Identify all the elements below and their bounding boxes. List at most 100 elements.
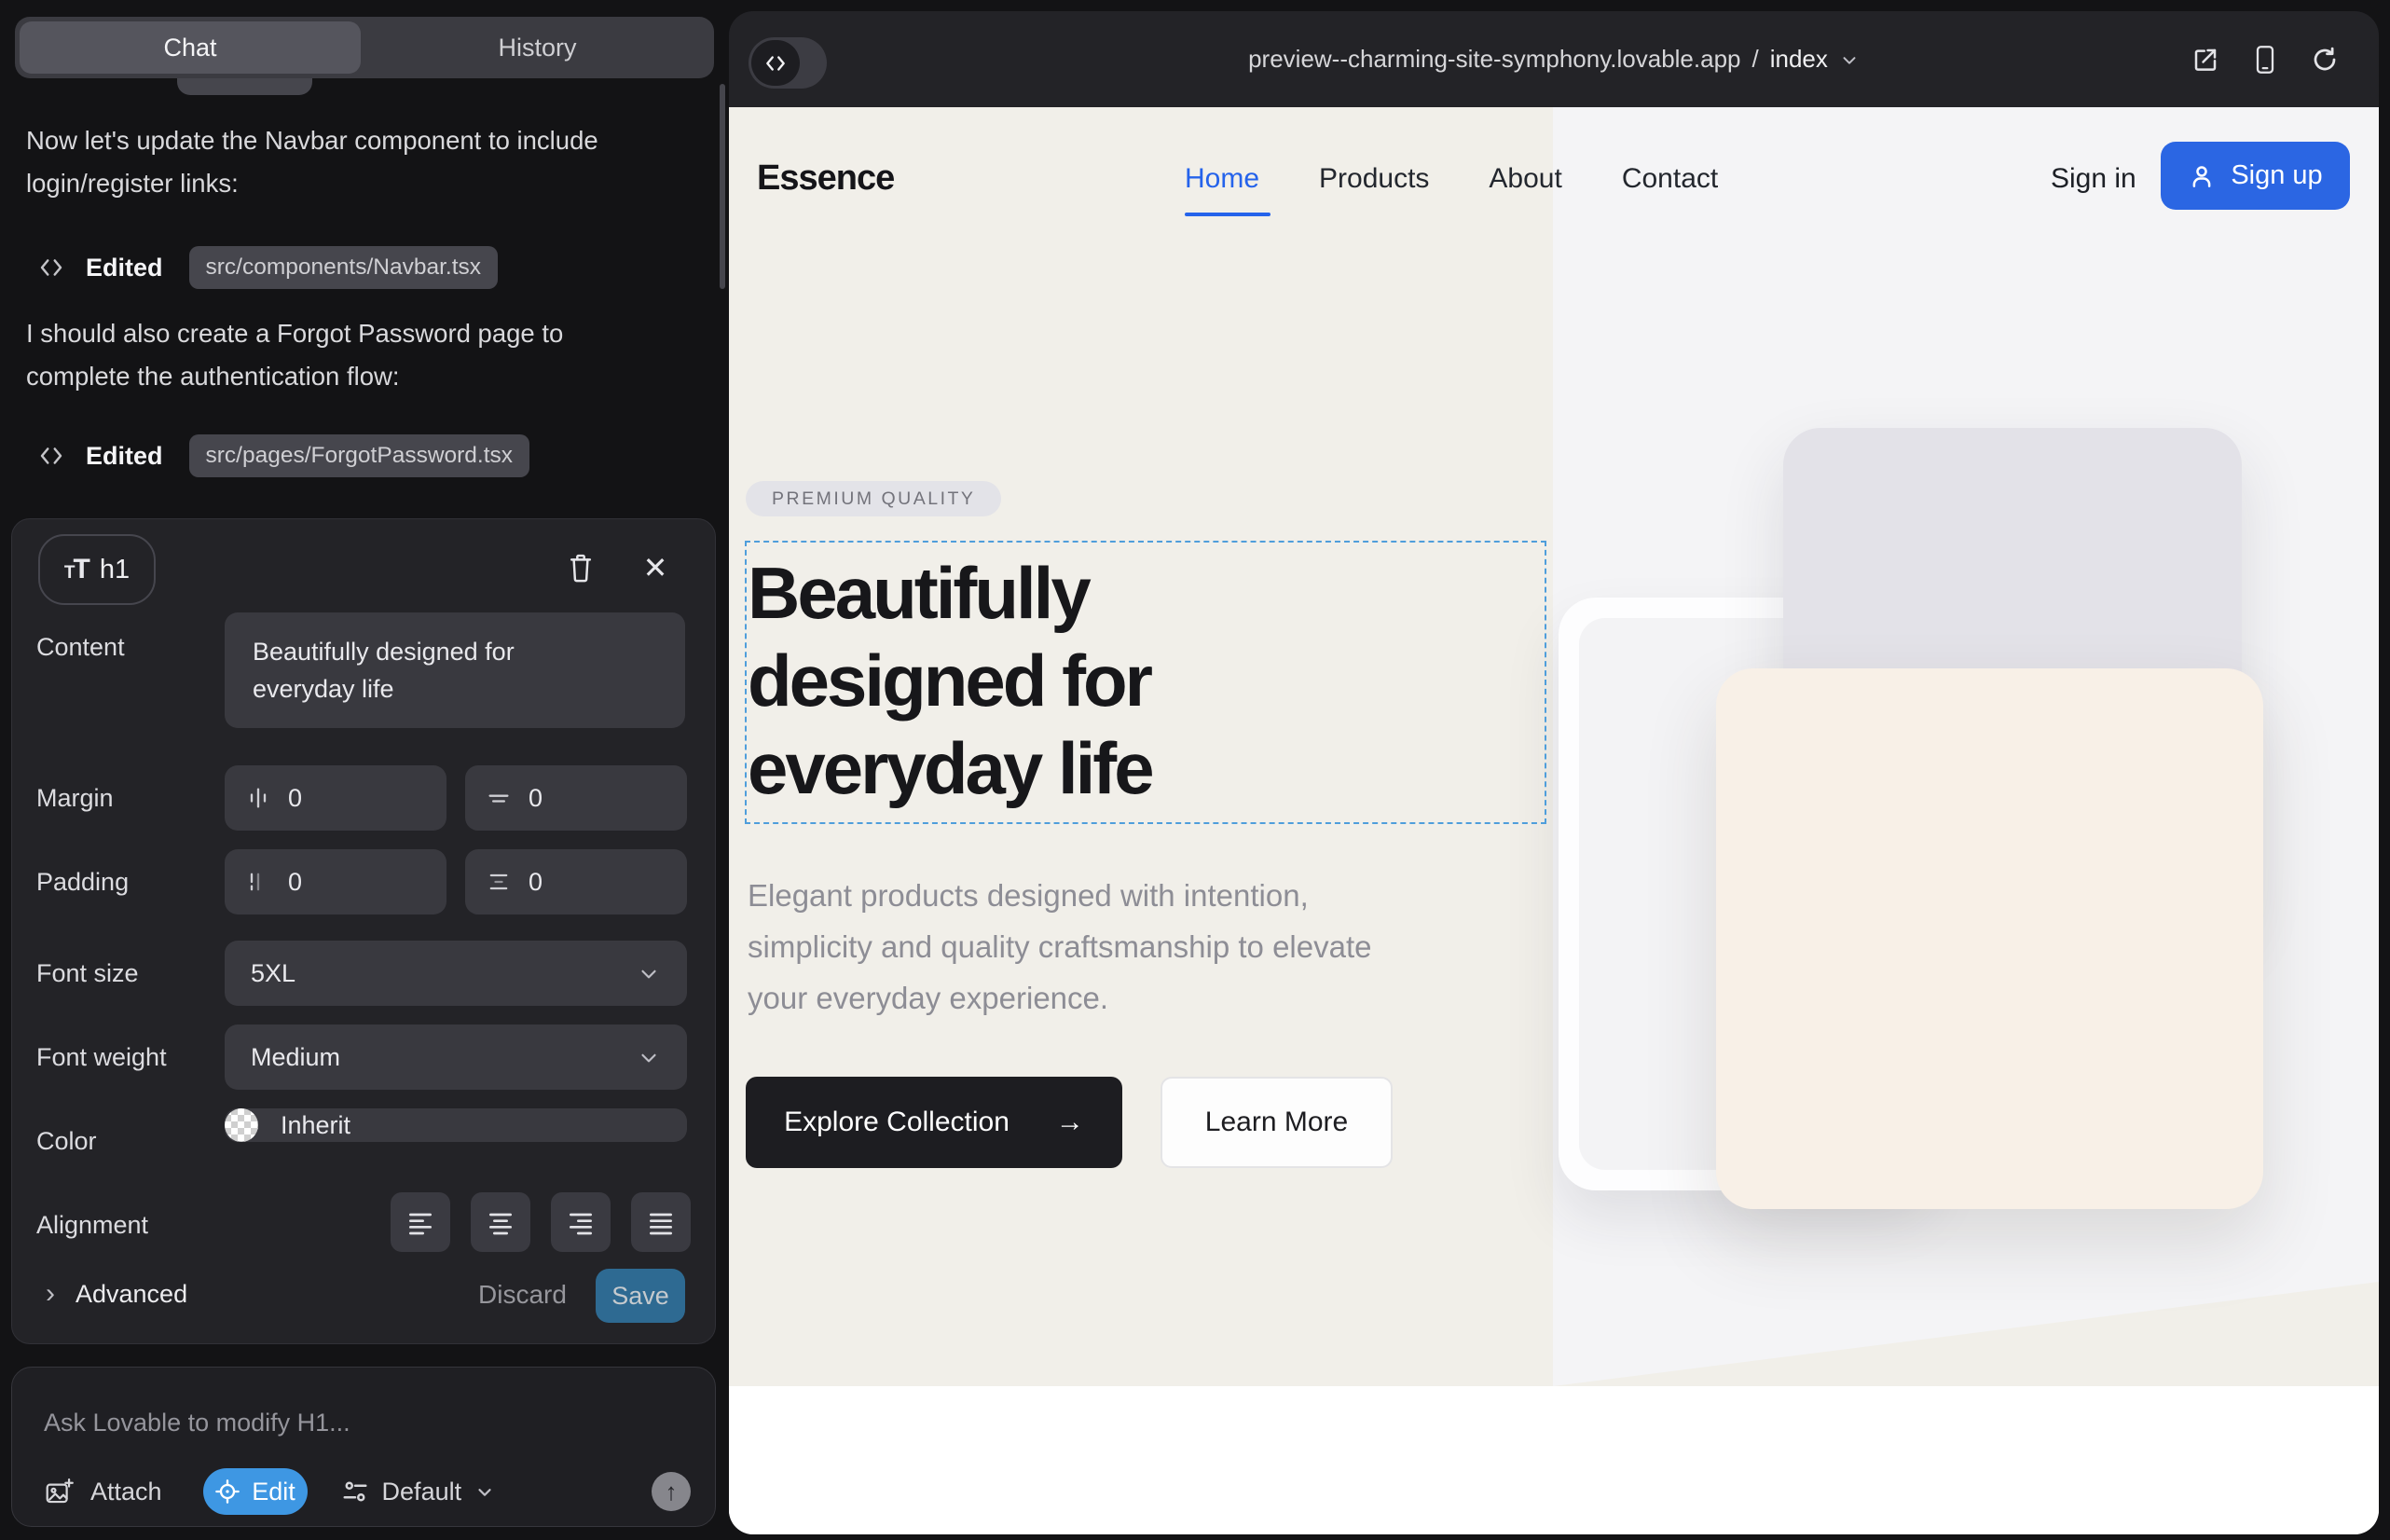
nav-link-home[interactable]: Home [1185, 163, 1259, 195]
chat-input-actions: Attach Edit Default [44, 1468, 495, 1515]
nav-link-contact[interactable]: Contact [1622, 163, 1718, 195]
margin-label: Margin [36, 784, 114, 813]
file-chip[interactable]: src/pages/ForgotPassword.tsx [189, 434, 530, 477]
chevron-down-icon [1839, 49, 1860, 70]
attach-image-icon [44, 1477, 74, 1506]
url-bar[interactable]: preview--charming-site-symphony.lovable.… [1009, 11, 2099, 107]
chevron-right-icon: › [46, 1278, 55, 1310]
code-icon [751, 40, 800, 86]
color-value: Inherit [281, 1111, 350, 1140]
font-size-select[interactable]: 5XL [225, 941, 687, 1006]
align-right-button[interactable] [551, 1192, 611, 1252]
refresh-button[interactable] [2308, 43, 2342, 76]
content-input[interactable]: Beautifully designed for everyday life [225, 612, 685, 728]
align-left-button[interactable] [391, 1192, 450, 1252]
edited-label: Edited [86, 254, 163, 282]
align-center-button[interactable] [471, 1192, 530, 1252]
selected-element-tag: TT h1 [38, 534, 156, 605]
arrow-right-icon: → [1056, 1107, 1084, 1138]
send-button[interactable]: ↑ [652, 1472, 691, 1511]
save-button[interactable]: Save [596, 1269, 685, 1323]
delete-element-button[interactable] [560, 547, 601, 588]
font-size-value: 5XL [251, 959, 295, 988]
transparency-swatch-icon [225, 1108, 258, 1142]
chat-input-box[interactable]: Ask Lovable to modify H1... Attach Edit [11, 1367, 716, 1527]
mode-select[interactable]: Default [341, 1478, 496, 1506]
mobile-view-button[interactable] [2248, 43, 2282, 76]
margin-horizontal-icon [245, 785, 271, 811]
browser-chrome: preview--charming-site-symphony.lovable.… [729, 11, 2379, 107]
code-icon [37, 254, 65, 282]
element-editor-panel: TT h1 ✕ Content Beautifully designed for… [11, 518, 716, 1344]
edited-label: Edited [86, 442, 163, 471]
active-nav-underline [1185, 213, 1271, 216]
advanced-label: Advanced [76, 1280, 187, 1309]
nav-links: Home Products About Contact [1185, 163, 1718, 195]
text-type-icon: TT [64, 554, 89, 585]
hero-heading[interactable]: Beautifully designed for everyday life [748, 549, 1363, 812]
assistant-message: Now let's update the Navbar component to… [26, 119, 604, 205]
sliders-icon [341, 1478, 369, 1506]
font-weight-value: Medium [251, 1043, 340, 1072]
edited-file-row: Edited src/pages/ForgotPassword.tsx [37, 434, 529, 477]
margin-vertical-icon [486, 785, 512, 811]
alignment-label: Alignment [36, 1211, 148, 1240]
edited-file-row: Edited src/components/Navbar.tsx [37, 246, 498, 289]
preview-url: preview--charming-site-symphony.lovable.… [1248, 45, 1740, 74]
hero-cta-row: Explore Collection → Learn More [746, 1077, 1393, 1168]
margin-y-value: 0 [529, 784, 543, 813]
padding-label: Padding [36, 868, 129, 897]
chevron-down-icon [637, 961, 661, 985]
target-icon [214, 1478, 240, 1505]
padding-x-input[interactable]: 0 [225, 849, 446, 914]
alignment-button-group [391, 1192, 691, 1252]
open-external-button[interactable] [2189, 43, 2222, 76]
padding-x-value: 0 [288, 868, 302, 897]
padding-y-input[interactable]: 0 [465, 849, 687, 914]
chat-input-placeholder: Ask Lovable to modify H1... [44, 1409, 350, 1437]
font-weight-select[interactable]: Medium [225, 1024, 687, 1090]
scrolled-chip-partial [177, 78, 312, 95]
sidebar-scrollbar[interactable] [720, 84, 725, 289]
site-viewport: Essence Home Products About Contact Sign… [729, 107, 2379, 1534]
tab-chat[interactable]: Chat [20, 21, 361, 74]
tab-history[interactable]: History [361, 17, 714, 78]
nav-link-products[interactable]: Products [1319, 163, 1429, 195]
learn-more-button[interactable]: Learn More [1161, 1077, 1393, 1168]
hero-description: Elegant products designed with intention… [748, 870, 1428, 1024]
content-value: Beautifully designed for everyday life [253, 633, 588, 708]
editor-footer: › Advanced Discard Save [12, 1265, 715, 1327]
file-chip[interactable]: src/components/Navbar.tsx [189, 246, 498, 289]
content-label: Content [36, 633, 125, 662]
code-preview-toggle[interactable] [749, 37, 827, 89]
padding-y-value: 0 [529, 868, 543, 897]
close-editor-button[interactable]: ✕ [635, 547, 676, 588]
nav-link-about[interactable]: About [1489, 163, 1561, 195]
element-tag-label: h1 [100, 555, 130, 585]
explore-collection-button[interactable]: Explore Collection → [746, 1077, 1122, 1168]
attach-button[interactable]: Attach [44, 1477, 162, 1506]
align-justify-button[interactable] [631, 1192, 691, 1252]
padding-horizontal-icon [245, 869, 271, 895]
discard-button[interactable]: Discard [478, 1280, 567, 1310]
chevron-down-icon [474, 1481, 495, 1502]
site-logo[interactable]: Essence [757, 158, 894, 199]
sign-in-link[interactable]: Sign in [2051, 163, 2136, 195]
assistant-message: I should also create a Forgot Password p… [26, 312, 604, 398]
sidebar-tabbar: Chat History [15, 17, 714, 78]
sign-up-button[interactable]: Sign up [2161, 142, 2350, 210]
color-label: Color [36, 1127, 97, 1156]
site-navbar: Essence Home Products About Contact Sign… [729, 107, 2379, 252]
edit-mode-button[interactable]: Edit [203, 1468, 308, 1515]
explore-collection-label: Explore Collection [784, 1107, 1010, 1138]
advanced-toggle[interactable]: › Advanced [46, 1278, 187, 1310]
section-below-hero [729, 1386, 2379, 1534]
code-icon [37, 442, 65, 470]
learn-more-label: Learn More [1205, 1107, 1348, 1138]
margin-y-input[interactable]: 0 [465, 765, 687, 831]
person-icon [2188, 162, 2216, 190]
tab-chat-label: Chat [163, 34, 216, 62]
font-size-label: Font size [36, 959, 139, 988]
margin-x-input[interactable]: 0 [225, 765, 446, 831]
color-picker-field[interactable]: Inherit [225, 1108, 687, 1142]
